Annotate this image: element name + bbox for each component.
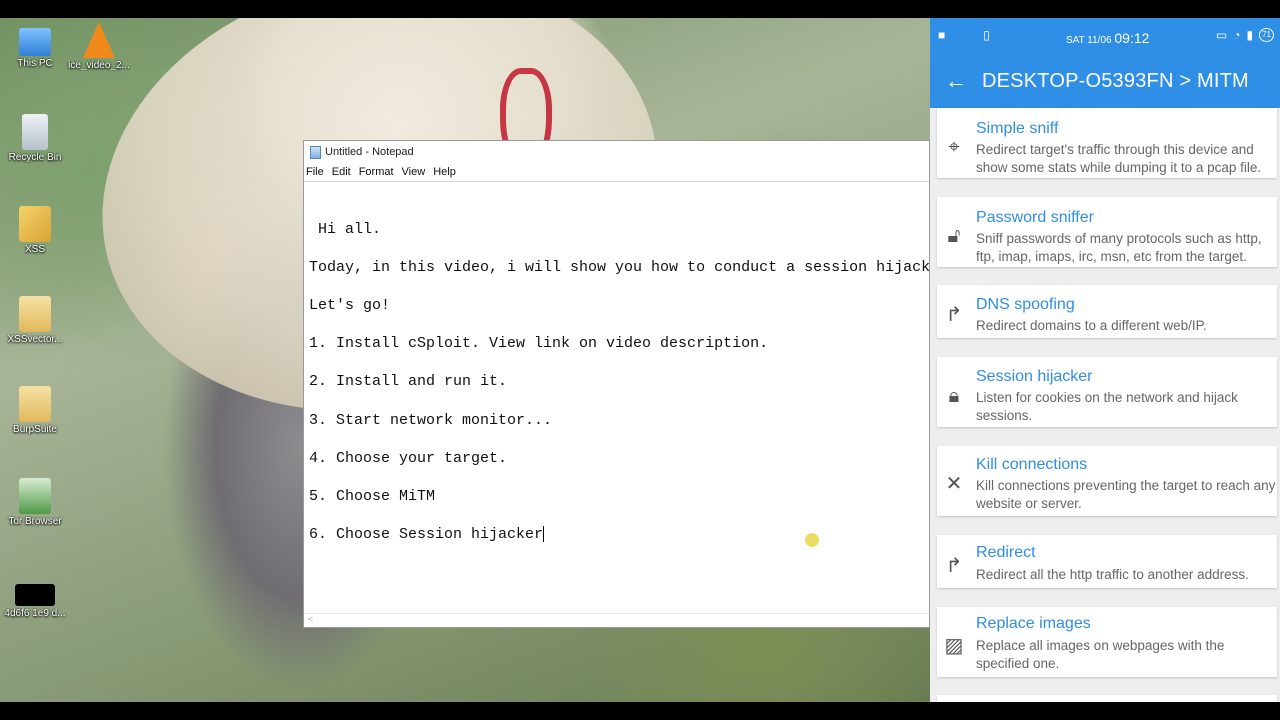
- text-line: 3. Start network monitor...: [309, 412, 553, 429]
- text-line: Hi all.: [309, 221, 382, 238]
- crosshair-icon: ⌖: [948, 136, 960, 158]
- redirect-arrow-icon: ↱: [945, 304, 963, 326]
- battery-icon: 71: [1259, 28, 1274, 42]
- notepad-text-area[interactable]: Hi all. Today, in this video, i will sho…: [309, 183, 929, 613]
- cast-icon: ▭: [1215, 28, 1228, 42]
- text-line: 6. Choose Session hijacker: [309, 526, 544, 543]
- text-line: 4. Choose your target.: [309, 450, 508, 467]
- lock-icon: 🔒︎: [948, 385, 960, 407]
- close-icon: ✕: [945, 473, 963, 495]
- text-line-last: 6. Choose Session hijacker: [309, 526, 545, 543]
- list-item-replace-images[interactable]: ▨ Replace images Replace all images on w…: [937, 607, 1277, 677]
- status-clock: SAT 11/06 09:12: [1066, 30, 1150, 46]
- menu-help[interactable]: Help: [433, 166, 456, 178]
- desktop-icon-file[interactable]: 4d6f6 1e9 d...: [0, 584, 70, 619]
- back-arrow-icon[interactable]: ←: [930, 68, 982, 94]
- menu-view[interactable]: View: [402, 166, 426, 178]
- list-item-session-hijacker[interactable]: 🔒︎ Session hijacker Listen for cookies o…: [937, 357, 1277, 427]
- phone-screen: ■ ▯ SAT 11/06 09:12 ▭ ◔ ▮ 71 ← DESKTOP-O…: [930, 18, 1280, 702]
- notepad-menubar: File Edit Format View Help: [304, 163, 929, 182]
- recycle-bin-icon: [22, 114, 48, 150]
- this-pc-icon: [19, 28, 51, 56]
- desktop-icon-xss[interactable]: XSS: [0, 206, 70, 255]
- text-line: Today, in this video, i will show you ho…: [309, 259, 929, 276]
- tor-browser-icon: [19, 478, 51, 514]
- wifi-icon: ◔: [1233, 28, 1241, 42]
- notepad-title: Untitled - Notepad: [325, 146, 414, 158]
- desktop-icon-this-pc[interactable]: This PC: [0, 24, 70, 69]
- list-item-dns-spoofing[interactable]: ↱ DNS spoofing Redirect domains to a dif…: [937, 285, 1277, 338]
- video-camera-icon: ■: [938, 28, 946, 42]
- image-icon: ▨: [944, 635, 964, 657]
- menu-format[interactable]: Format: [359, 166, 394, 178]
- signal-icon: ▮: [1246, 28, 1254, 42]
- desktop-icon-tor-browser[interactable]: Tor Browser: [0, 478, 70, 527]
- top-black-bar: [0, 0, 1280, 18]
- vlc-icon: [83, 22, 115, 58]
- list-item-next[interactable]: [937, 695, 1277, 702]
- folder-icon: [19, 386, 51, 422]
- menu-edit[interactable]: Edit: [332, 166, 351, 178]
- mouse-cursor-highlight: [805, 533, 819, 547]
- list-item-kill-connections[interactable]: ✕ Kill connections Kill connections prev…: [937, 446, 1277, 516]
- text-line: 1. Install cSploit. View link on video d…: [309, 335, 769, 352]
- text-line: 2. Install and run it.: [309, 373, 508, 390]
- notepad-titlebar[interactable]: Untitled - Notepad: [304, 141, 929, 163]
- redirect-arrow-icon: ↱: [945, 555, 963, 577]
- file-icon: [15, 584, 55, 606]
- list-item-simple-sniff[interactable]: ⌖ Simple sniff Redirect target's traffic…: [937, 108, 1277, 178]
- desktop-icon-recycle-bin[interactable]: Recycle Bin: [0, 114, 70, 163]
- text-caret: [543, 526, 545, 543]
- desktop-icon-xssvector[interactable]: XSSvector...: [0, 296, 70, 345]
- desktop-icon-video[interactable]: ice_video_2...: [64, 22, 134, 71]
- text-line: 5. Choose MiTM: [309, 488, 436, 505]
- notepad-icon: [310, 145, 321, 159]
- menu-file[interactable]: File: [306, 166, 324, 178]
- document-icon: ▯: [983, 28, 990, 42]
- desktop-icon-burpsuite[interactable]: BurpSuite: [0, 386, 70, 435]
- text-line: Let's go!: [309, 297, 391, 314]
- list-item-password-sniffer[interactable]: 🔓︎ Password sniffer Sniff passwords of m…: [937, 197, 1277, 267]
- list-item-redirect[interactable]: ↱ Redirect Redirect all the http traffic…: [937, 535, 1277, 588]
- bottom-black-bar: [0, 702, 1280, 720]
- folder-icon: [19, 296, 51, 332]
- app-bar: ← DESKTOP-O5393FN > MITM: [930, 54, 1280, 108]
- notepad-window[interactable]: Untitled - Notepad File Edit Format View…: [303, 140, 930, 628]
- status-bar: ■ ▯ SAT 11/06 09:12 ▭ ◔ ▮ 71: [930, 18, 1280, 54]
- horizontal-scrollbar[interactable]: <: [304, 613, 929, 627]
- chrome-icon: [19, 206, 51, 242]
- app-title: DESKTOP-O5393FN > MITM: [982, 69, 1249, 92]
- lock-open-icon: 🔓︎: [947, 225, 961, 247]
